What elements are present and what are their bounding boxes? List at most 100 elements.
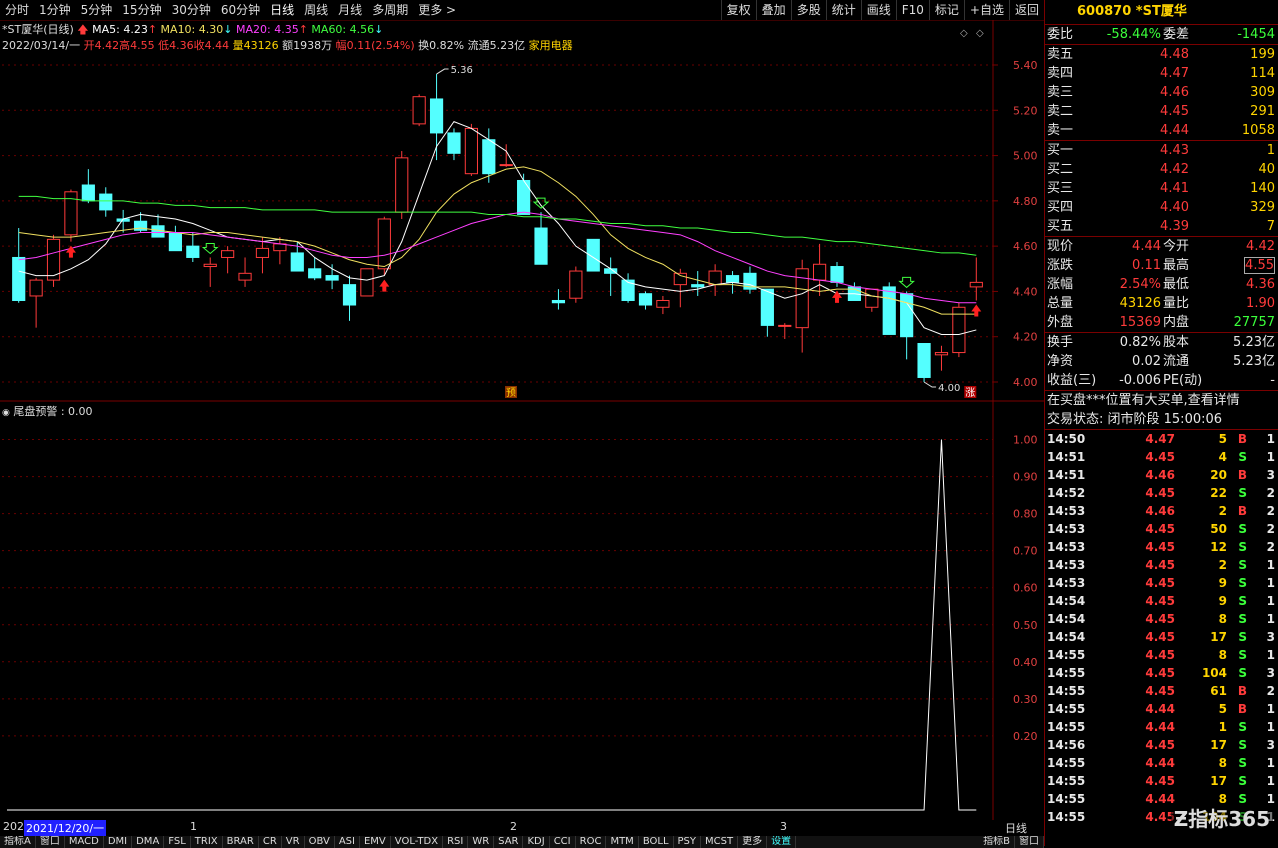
tick-count: 3 [1266, 468, 1275, 482]
ma60-label: MA60: 4.56 [311, 23, 375, 36]
indicator-tab[interactable]: RSI [443, 836, 469, 848]
indicator-tab[interactable]: VOL-TDX [391, 836, 444, 848]
tick-side: S [1238, 594, 1247, 608]
tick-side: S [1238, 666, 1247, 680]
candle-body [482, 139, 496, 175]
tick-price: 4.47 [1145, 432, 1175, 446]
book-price: 4.46 [1160, 85, 1189, 100]
candle-body [308, 268, 322, 279]
tick-row: 14:53 4.45 12 S 2 [1045, 538, 1278, 556]
stat-row: 现价 4.44 今开 4.42 [1045, 237, 1278, 256]
y-tick-label: 5.00 [1013, 150, 1038, 163]
indicator-tab[interactable]: CR [259, 836, 282, 848]
weicha-value: -1454 [1237, 27, 1275, 42]
tick-volume: 1 [1218, 720, 1227, 734]
indicator-tab[interactable]: MCST [701, 836, 739, 848]
period-tab[interactable]: 1分钟 [34, 0, 76, 20]
tick-side: B [1237, 684, 1247, 698]
toolbar-button[interactable]: 多股 [790, 0, 826, 20]
ohlc-date: 2022/03/14/一 [2, 39, 81, 52]
indicator-tab[interactable]: 窗口 [36, 836, 65, 848]
indicator-settings-icon[interactable]: ◉ [2, 408, 10, 418]
indicator-tab[interactable]: CCI [550, 836, 576, 848]
indicator-tab[interactable]: EMV [360, 836, 391, 848]
tick-volume: 9 [1218, 576, 1227, 590]
month-marker: 3 [780, 820, 787, 833]
indicator-tab[interactable]: ASI [335, 836, 360, 848]
period-tab[interactable]: 5分钟 [76, 0, 118, 20]
toolbar-button[interactable]: 返回 [1008, 0, 1044, 20]
buy-arrow-icon [971, 304, 982, 317]
indicator-tab[interactable]: FSL [164, 836, 191, 848]
stat-label: 净资 [1047, 354, 1074, 369]
indicator-tab[interactable]: 设置 [767, 836, 797, 848]
logo: Ƶ指标365 [1170, 803, 1273, 832]
tick-count: 1 [1266, 576, 1275, 590]
period-tab[interactable]: 多周期 [367, 0, 413, 20]
tick-price: 4.45 [1145, 612, 1175, 626]
indicator-tab[interactable]: WR [468, 836, 495, 848]
indicator-tab[interactable]: 更多 [738, 836, 768, 848]
indicator-tab[interactable]: 指标B [979, 836, 1015, 848]
date-prefix: 202 [3, 820, 24, 833]
period-tab[interactable]: 日线 [265, 0, 299, 20]
indicator-tab[interactable]: BRAR [223, 836, 259, 848]
tick-list[interactable]: 14:50 4.47 5 B 1 14:51 4.45 4 S 1 14:51 4.46 20 B 3 14:… [1045, 430, 1278, 826]
period-tab[interactable]: 月线 [333, 0, 367, 20]
chart-area[interactable]: 5.40 5.20 5.00 4.80 4.60 4.40 4.20 4.00 5.36 4.00… [0, 20, 1044, 820]
period-tab[interactable]: 分时 [0, 0, 34, 20]
indicator-tab[interactable]: 窗口 [1015, 836, 1044, 848]
indicator-tab[interactable]: MTM [606, 836, 639, 848]
tick-count: 3 [1266, 666, 1275, 680]
stat-value: 15369 [1119, 315, 1161, 330]
tick-volume: 8 [1218, 612, 1227, 626]
book-volume: 140 [1250, 181, 1275, 196]
tick-count: 3 [1266, 630, 1275, 644]
zhang-tag: 涨 [965, 387, 975, 399]
stock-title: 600870 *ST厦华 [1045, 0, 1278, 25]
indicator-tab[interactable]: 指标A [0, 836, 36, 848]
book-volume: 7 [1266, 219, 1275, 234]
indicator-tab[interactable]: TRIX [191, 836, 223, 848]
kline-chart[interactable]: 5.40 5.20 5.00 4.80 4.60 4.40 4.20 4.00 5.36 4.00… [0, 20, 1044, 820]
tick-count: 1 [1266, 594, 1275, 608]
tick-row: 14:55 4.45 61 B 2 [1045, 682, 1278, 700]
period-tab[interactable]: 周线 [299, 0, 333, 20]
toolbar-button[interactable]: +自选 [963, 0, 1009, 20]
toolbar-button[interactable]: 统计 [825, 0, 861, 20]
indicator-tab[interactable]: DMA [132, 836, 165, 848]
period-tab[interactable]: 15分钟 [117, 0, 166, 20]
period-tab[interactable]: 更多 > [413, 0, 461, 20]
indicator-tab[interactable]: PSY [674, 836, 702, 848]
candle-body [342, 284, 357, 306]
period-tab[interactable]: 60分钟 [216, 0, 265, 20]
y-tick-label: 5.40 [1013, 59, 1038, 72]
tick-count: 1 [1266, 756, 1275, 770]
indicator-tab[interactable]: KDJ [523, 836, 550, 848]
toolbar-button[interactable]: 标记 [928, 0, 964, 20]
indicator-tab[interactable]: ROC [576, 836, 607, 848]
indicator-tab[interactable]: MACD [65, 836, 104, 848]
indicator-tick-label: 0.20 [1013, 730, 1038, 743]
indicator-tab[interactable]: DMI [104, 836, 133, 848]
cursor-date: 2021/12/20/一 [24, 820, 107, 836]
indicator-tab[interactable]: SAR [494, 836, 524, 848]
candle-body [81, 184, 95, 202]
book-label: 买三 [1047, 181, 1074, 196]
book-price: 4.43 [1160, 143, 1189, 158]
candle-body [813, 263, 827, 281]
candle-body [325, 275, 339, 281]
big-order-notice[interactable]: 在买盘***位置有大买单,查看详情 [1045, 391, 1278, 410]
toolbar-button[interactable]: 复权 [720, 0, 756, 20]
fundamentals: 换手 0.82% 股本 5.23亿 净资 0.02 流通 5.23亿 收益(三) -0.006 PE… [1045, 333, 1278, 391]
indicator-tab[interactable]: BOLL [639, 836, 674, 848]
toolbar-button[interactable]: 画线 [860, 0, 896, 20]
toolbar-button[interactable]: 叠加 [755, 0, 791, 20]
period-tab[interactable]: 30分钟 [167, 0, 216, 20]
toolbar-button[interactable]: F10 [895, 0, 929, 20]
tick-row: 14:51 4.46 20 B 3 [1045, 466, 1278, 484]
tick-price: 4.45 [1145, 522, 1175, 536]
indicator-tab[interactable]: VR [282, 836, 305, 848]
indicator-tab[interactable]: OBV [305, 836, 335, 848]
tick-row: 14:55 4.44 5 B 1 [1045, 700, 1278, 718]
